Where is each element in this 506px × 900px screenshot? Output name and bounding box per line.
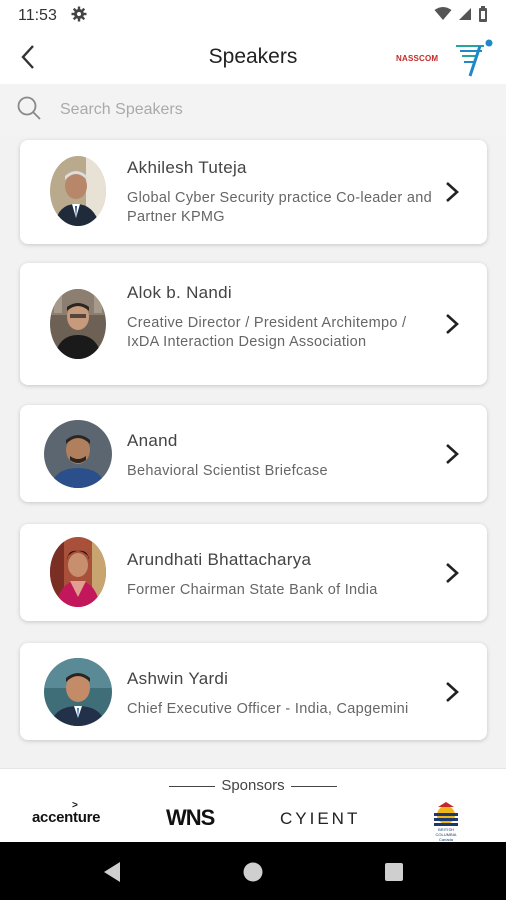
- speaker-card-anand[interactable]: Anand Behavioral Scientist Briefcase: [20, 405, 487, 502]
- app-bar: Speakers NASSCOM: [0, 32, 506, 84]
- british-columbia-wordmark: BRITISH COLUMBIA Canada: [435, 827, 457, 842]
- recents-square-icon[interactable]: [382, 861, 406, 883]
- speaker-name: Alok b. Nandi: [127, 283, 233, 302]
- speaker-card-akhilesh-tuteja[interactable]: Akhilesh Tuteja Global Cyber Security pr…: [20, 140, 487, 244]
- speaker-name: Akhilesh Tuteja: [127, 158, 247, 177]
- avatar: [50, 537, 106, 607]
- avatar: [44, 420, 112, 488]
- speakers-list: Akhilesh Tuteja Global Cyber Security pr…: [0, 136, 506, 766]
- sponsors-heading-label: Sponsors: [221, 777, 285, 794]
- avatar: [50, 156, 106, 226]
- sponsor-logo-wns[interactable]: WNS: [166, 805, 215, 831]
- system-nav-bar: [0, 842, 506, 900]
- speaker-name: Anand: [127, 431, 178, 450]
- avatar: [44, 658, 112, 726]
- avatar: [50, 289, 106, 359]
- battery-icon: [478, 5, 488, 27]
- brand-text: NASSCOM: [396, 54, 439, 63]
- speaker-name: Arundhati Bhattacharya: [127, 550, 312, 569]
- settings-gear-icon: [71, 6, 87, 27]
- speaker-card-alok-b-nandi[interactable]: Alok b. Nandi Creative Director / Presid…: [20, 263, 487, 385]
- sponsor-logo-accenture[interactable]: > accenture: [32, 800, 101, 826]
- speaker-role: Chief Executive Officer - India, Capgemi…: [127, 701, 409, 717]
- sponsor-logo-accenture-label: accenture: [32, 809, 101, 826]
- wifi-icon: [434, 6, 452, 26]
- sponsors-heading: Sponsors: [0, 777, 506, 794]
- brand-logo: NASSCOM: [396, 36, 498, 80]
- chevron-right-icon: [446, 182, 459, 202]
- speaker-card-ashwin-yardi[interactable]: Ashwin Yardi Chief Executive Officer - I…: [20, 643, 487, 740]
- speaker-role: Behavioral Scientist Briefcase: [127, 463, 328, 479]
- back-triangle-icon[interactable]: [100, 861, 124, 883]
- speaker-name: Ashwin Yardi: [127, 669, 229, 688]
- chevron-right-icon: [446, 314, 459, 334]
- sponsor-logo-cyient[interactable]: CYIENT: [280, 809, 360, 829]
- search-bar[interactable]: Search Speakers: [0, 84, 506, 136]
- search-input[interactable]: Search Speakers: [60, 101, 183, 119]
- sponsor-logo-british-columbia[interactable]: BRITISH COLUMBIA Canada: [428, 799, 464, 842]
- speaker-role: Global Cyber Security practice Co-leader…: [127, 190, 432, 225]
- chevron-right-icon: [446, 444, 459, 464]
- chevron-right-icon: [446, 682, 459, 702]
- speaker-card-arundhati-bhattacharya[interactable]: Arundhati Bhattacharya Former Chairman S…: [20, 524, 487, 621]
- sponsors-footer: Sponsors > accenture WNS CYIENT BRITISH CO…: [0, 768, 506, 842]
- search-icon: [16, 95, 42, 126]
- speaker-role: Creative Director / President Architempo…: [127, 315, 407, 350]
- status-time: 11:53: [18, 7, 57, 24]
- signal-icon: [458, 7, 472, 26]
- speaker-role: Former Chairman State Bank of India: [127, 582, 378, 598]
- chevron-right-icon: [446, 563, 459, 583]
- home-circle-icon[interactable]: [241, 861, 265, 883]
- status-bar: 11:53: [0, 0, 506, 32]
